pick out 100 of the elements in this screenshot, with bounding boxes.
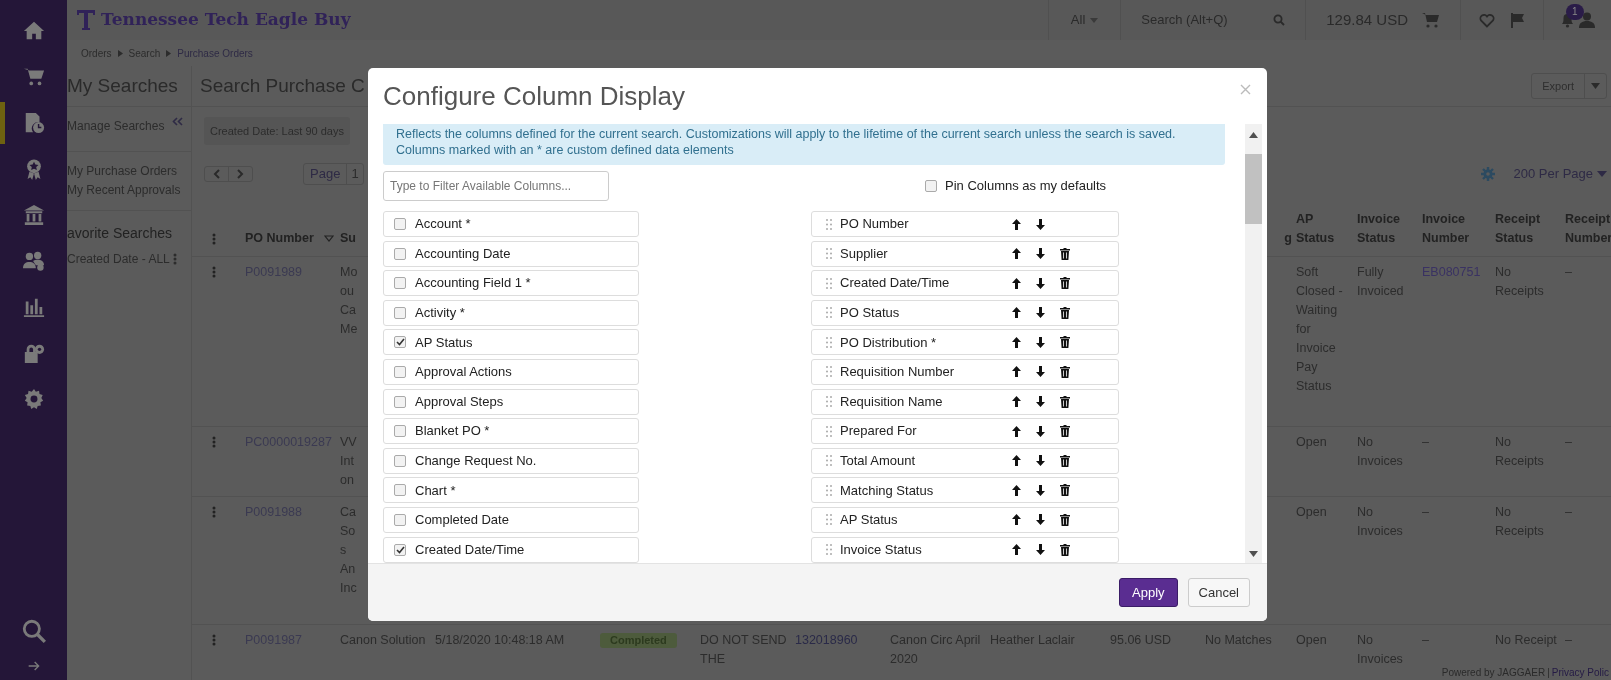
trash-icon[interactable]: [1060, 513, 1070, 526]
privacy-link[interactable]: Privacy Polic: [1551, 667, 1609, 679]
move-up-icon[interactable]: [1012, 366, 1021, 378]
move-up-icon[interactable]: [1012, 455, 1021, 467]
trash-icon[interactable]: [1060, 425, 1070, 438]
kebab-icon[interactable]: [212, 233, 216, 245]
drag-handle-icon[interactable]: [826, 248, 832, 260]
move-up-icon[interactable]: [1012, 514, 1021, 526]
selected-column[interactable]: PO Number: [811, 211, 1119, 237]
move-down-icon[interactable]: [1036, 455, 1045, 467]
move-up-icon[interactable]: [1012, 425, 1021, 437]
selected-column[interactable]: Prepared For: [811, 418, 1119, 445]
column-header[interactable]: Invoice Number: [1422, 210, 1495, 248]
drag-handle-icon[interactable]: [826, 218, 832, 230]
move-down-icon[interactable]: [1036, 544, 1045, 556]
selected-column[interactable]: Requisition Name: [811, 388, 1119, 415]
checkbox[interactable]: [394, 247, 406, 260]
move-up-icon[interactable]: [1012, 544, 1021, 556]
home-icon[interactable]: [22, 20, 45, 42]
checkbox[interactable]: [394, 306, 406, 319]
lock-gear-icon[interactable]: [22, 342, 45, 364]
user-icon[interactable]: [1579, 12, 1595, 28]
selected-column[interactable]: PO Distribution *: [811, 329, 1119, 356]
column-option[interactable]: Blanket PO *: [383, 418, 639, 445]
sort-icon[interactable]: [323, 235, 334, 242]
move-up-icon[interactable]: [1012, 336, 1021, 348]
trash-icon[interactable]: [1060, 484, 1070, 497]
selected-column[interactable]: Supplier: [811, 240, 1119, 267]
move-down-icon[interactable]: [1036, 336, 1045, 348]
move-down-icon[interactable]: [1036, 218, 1045, 230]
move-down-icon[interactable]: [1036, 425, 1045, 437]
kebab-icon[interactable]: [212, 634, 216, 646]
column-option[interactable]: Account *: [383, 211, 639, 237]
column-option[interactable]: Chart *: [383, 477, 639, 504]
move-down-icon[interactable]: [1036, 514, 1045, 526]
move-down-icon[interactable]: [1036, 277, 1045, 289]
column-option[interactable]: Accounting Field 1 *: [383, 270, 639, 297]
move-down-icon[interactable]: [1036, 396, 1045, 408]
search-icon[interactable]: [1273, 14, 1286, 26]
bank-icon[interactable]: [22, 204, 45, 226]
move-up-icon[interactable]: [1012, 396, 1021, 408]
column-option[interactable]: AP Status: [383, 329, 639, 356]
column-header[interactable]: AP Status: [1296, 210, 1357, 248]
apply-button[interactable]: Apply: [1119, 578, 1178, 607]
cancel-button[interactable]: Cancel: [1187, 578, 1250, 607]
kebab-icon[interactable]: [212, 436, 216, 448]
move-up-icon[interactable]: [1012, 307, 1021, 319]
scroll-up-arrow-icon[interactable]: [1249, 132, 1258, 138]
drag-handle-icon[interactable]: [826, 336, 832, 348]
column-header[interactable]: Receipt Status: [1495, 210, 1565, 248]
checkbox[interactable]: [394, 513, 406, 526]
move-down-icon[interactable]: [1036, 366, 1045, 378]
kebab-icon[interactable]: [212, 506, 216, 518]
filter-input[interactable]: Type to Filter Available Columns...: [383, 171, 609, 201]
trash-icon[interactable]: [1060, 454, 1070, 467]
column-header[interactable]: PO Number: [245, 229, 318, 248]
checkbox[interactable]: [394, 395, 406, 408]
trash-icon[interactable]: [1060, 277, 1070, 290]
column-header[interactable]: Invoice Status: [1357, 210, 1422, 248]
selected-column[interactable]: Matching Status: [811, 477, 1119, 504]
drag-handle-icon[interactable]: [826, 514, 832, 526]
search-icon[interactable]: [20, 618, 47, 644]
checkbox[interactable]: [394, 365, 406, 378]
move-up-icon[interactable]: [1012, 218, 1021, 230]
selected-column[interactable]: Created Date/Time: [811, 270, 1119, 297]
move-down-icon[interactable]: [1036, 307, 1045, 319]
selected-column[interactable]: Requisition Number: [811, 358, 1119, 385]
drag-handle-icon[interactable]: [826, 425, 832, 437]
column-option[interactable]: Approval Actions: [383, 358, 639, 385]
scroll-thumb[interactable]: [1245, 154, 1262, 224]
trash-icon[interactable]: [1060, 365, 1070, 378]
checkbox[interactable]: [394, 484, 406, 497]
move-down-icon[interactable]: [1036, 484, 1045, 496]
trash-icon[interactable]: [1060, 395, 1070, 408]
column-option[interactable]: Accounting Date: [383, 240, 639, 267]
drag-handle-icon[interactable]: [826, 396, 832, 408]
move-up-icon[interactable]: [1012, 277, 1021, 289]
drag-handle-icon[interactable]: [826, 544, 832, 556]
settings-icon[interactable]: [22, 388, 45, 410]
users-icon[interactable]: [22, 250, 45, 272]
checkbox[interactable]: [394, 543, 406, 556]
column-option[interactable]: Created Date/Time: [383, 536, 639, 563]
caret-icon[interactable]: [1597, 171, 1607, 177]
selected-column[interactable]: PO Status: [811, 299, 1119, 326]
move-up-icon[interactable]: [1012, 484, 1021, 496]
trash-icon[interactable]: [1060, 306, 1070, 319]
drag-handle-icon[interactable]: [826, 366, 832, 378]
selected-column[interactable]: Invoice Status: [811, 536, 1119, 563]
checkbox[interactable]: [394, 277, 406, 290]
drag-handle-icon[interactable]: [826, 455, 832, 467]
kebab-icon[interactable]: [212, 266, 216, 278]
checkbox[interactable]: [394, 336, 406, 349]
flag-icon[interactable]: [1511, 12, 1525, 28]
selected-column[interactable]: AP Status: [811, 506, 1119, 533]
checkbox[interactable]: [394, 454, 406, 467]
kebab-icon[interactable]: [172, 253, 177, 265]
checkbox[interactable]: [394, 425, 406, 438]
heart-icon[interactable]: [1479, 12, 1495, 28]
column-header[interactable]: Su: [340, 229, 356, 248]
column-header[interactable]: g: [1284, 229, 1296, 248]
